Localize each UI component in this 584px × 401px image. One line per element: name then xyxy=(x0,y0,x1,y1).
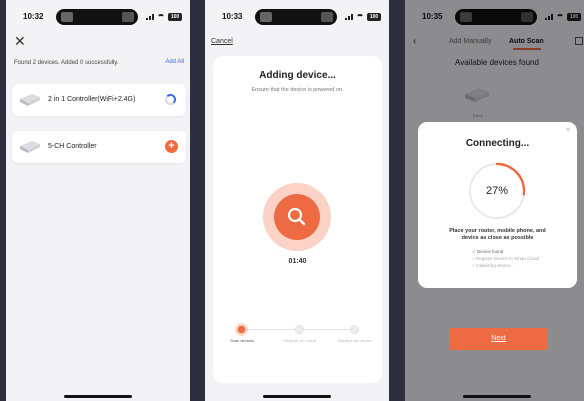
system-indicators: 100 xyxy=(146,12,182,21)
controller-device-icon xyxy=(20,141,40,153)
dynamic-island xyxy=(255,9,337,25)
connecting-modal: ✕ Connecting... 27% Place your router, m… xyxy=(418,122,577,288)
connecting-title: Connecting... xyxy=(465,138,530,149)
device-name: 5-CH Controller xyxy=(48,143,97,150)
wifi-icon xyxy=(157,13,165,20)
device-card[interactable]: 5-CH Controller + xyxy=(12,131,186,163)
dynamic-island xyxy=(56,9,138,25)
battery-icon: 100 xyxy=(367,12,381,21)
loading-spinner-icon xyxy=(165,94,176,105)
status-time: 10:33 xyxy=(222,12,243,21)
home-indicator xyxy=(263,395,331,398)
status-bar: 10:32 100 xyxy=(6,7,190,27)
device-card[interactable]: 2 in 1 Controller(WiFi+2.4G) xyxy=(12,84,186,116)
hint-line: Place your router, mobile phone, and xyxy=(449,228,546,234)
wifi-icon xyxy=(356,13,364,20)
found-summary: Found 2 devices. Added 0 successfully. A… xyxy=(14,59,184,66)
status-time: 10:32 xyxy=(23,12,44,21)
step-initializing: ○ Initializing device... xyxy=(472,263,514,268)
status-bar: 10:33 100 xyxy=(205,7,389,27)
next-button[interactable]: Next xyxy=(449,328,548,350)
found-text: Found 2 devices. Added 0 successfully. xyxy=(14,60,119,66)
step-label-scan: Scan devices xyxy=(230,338,254,343)
close-icon[interactable]: ✕ xyxy=(565,126,571,134)
phone-screen-found-devices: 10:32 100 ✕ Found 2 devices. Added 0 suc… xyxy=(6,0,190,401)
step-register-cloud: ○ Register Device to Smart Cloud xyxy=(472,256,539,261)
home-indicator xyxy=(64,395,132,398)
adding-subtitle: Ensure that the device is powered on. xyxy=(251,87,344,93)
step-dot-scan xyxy=(237,325,246,334)
signal-icon xyxy=(345,13,353,20)
progress-percent: 27% xyxy=(485,185,509,197)
close-icon[interactable]: ✕ xyxy=(14,33,26,50)
countdown-timer: 01:40 xyxy=(288,258,307,265)
step-dot-register xyxy=(295,325,304,334)
cancel-link[interactable]: Cancel xyxy=(211,38,233,45)
step-dot-initialize xyxy=(350,325,359,334)
battery-icon: 100 xyxy=(168,12,182,21)
add-device-plus-icon[interactable]: + xyxy=(165,140,178,153)
signal-icon xyxy=(146,13,154,20)
device-name: 2 in 1 Controller(WiFi+2.4G) xyxy=(48,96,136,103)
system-indicators: 100 xyxy=(345,12,381,21)
searching-indicator xyxy=(263,183,331,251)
phone-screen-connecting: 10:35 100 ‹ Add Manually Auto Scan Avail… xyxy=(405,0,584,401)
search-icon xyxy=(287,207,306,226)
adding-title: Adding device... xyxy=(259,70,336,81)
adding-sheet: Adding device... Ensure that the device … xyxy=(213,56,382,383)
connecting-hint: Place your router, mobile phone, and dev… xyxy=(432,228,563,242)
hint-line: device as close as possible xyxy=(461,235,534,241)
step-label-initialize: Initialize the device xyxy=(338,338,372,343)
controller-device-icon xyxy=(20,94,40,106)
add-all-link[interactable]: Add All xyxy=(165,59,184,65)
step-label-register: Register on Cloud xyxy=(283,338,317,343)
connecting-steps: ✓ Device found ○ Register Device to Smar… xyxy=(472,248,539,269)
phone-screen-adding-device: 10:33 100 Cancel Adding device... Ensure… xyxy=(205,0,389,401)
home-indicator xyxy=(463,395,531,398)
step-device-found: ✓ Device found xyxy=(472,249,504,254)
